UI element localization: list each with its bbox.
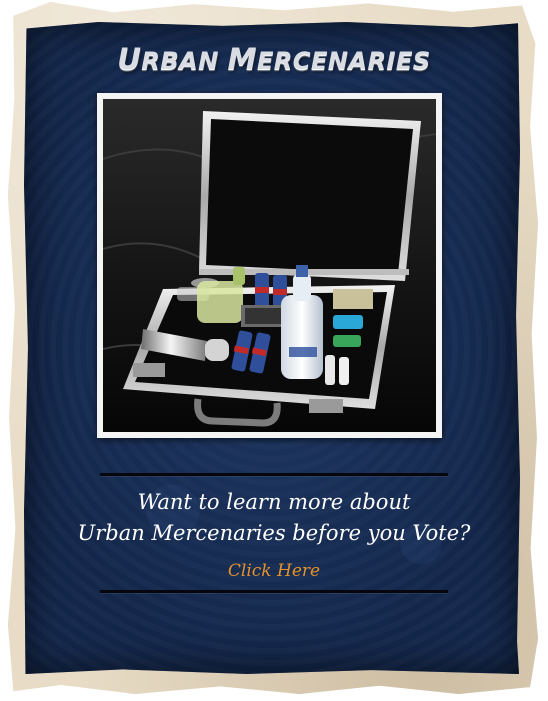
briefcase-kit-image <box>103 99 436 432</box>
product-photo <box>103 99 436 432</box>
divider-bottom <box>100 590 448 593</box>
promo-text-line1: Want to learn more about <box>137 490 411 514</box>
promo-card: URBAN MERCENARIES Want to learn more abo… <box>0 0 548 701</box>
title-initial-u: U <box>117 42 142 76</box>
click-here-link[interactable]: Click Here <box>0 561 548 581</box>
title-rest-mercenaries: ERCENARIES <box>257 47 431 75</box>
brand-title: URBAN MERCENARIES <box>0 42 548 76</box>
divider-top <box>100 473 448 476</box>
product-photo-frame <box>97 93 442 438</box>
title-rest-urban: RBAN <box>141 47 228 75</box>
title-initial-m: M <box>227 42 258 76</box>
promo-text-line2: Urban Mercenaries before you Vote? <box>77 521 471 545</box>
